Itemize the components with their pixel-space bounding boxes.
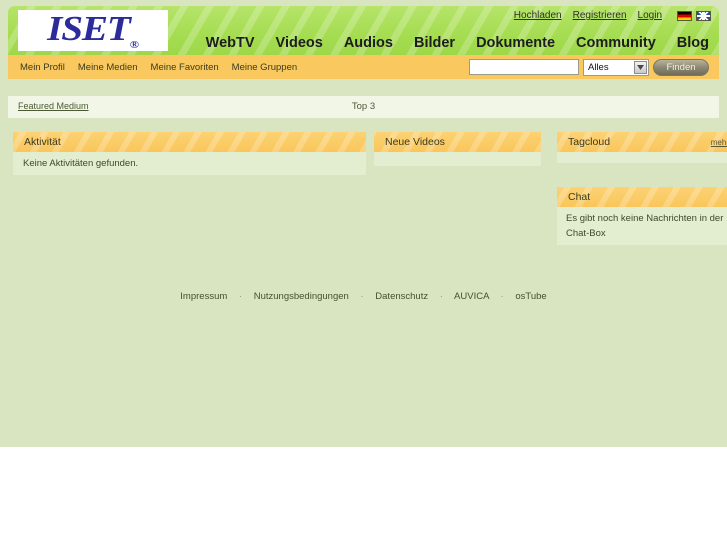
- subnav-item-meine-gruppen[interactable]: Meine Gruppen: [232, 62, 297, 73]
- nav-item-community[interactable]: Community: [576, 35, 656, 51]
- panel-aktivitaet-title: Aktivität: [24, 136, 61, 148]
- panel-chat-header: Chat: [557, 187, 727, 207]
- panel-chat: Chat Es gibt noch keine Nachrichten in d…: [557, 187, 727, 245]
- panel-tagcloud-body: [557, 152, 727, 163]
- footer-separator: ·: [360, 291, 364, 302]
- footer-link-nutzungsbedingungen[interactable]: Nutzungsbedingungen: [254, 291, 349, 302]
- panel-neue-videos-title: Neue Videos: [385, 136, 445, 148]
- site-header: ISET® Hochladen Registrieren Login WebTV…: [8, 6, 719, 55]
- flag-de-icon[interactable]: [677, 10, 692, 21]
- top3-label: Top 3: [351, 101, 376, 112]
- content-container: Featured Medium Top 3 Aktivität Keine Ak…: [8, 86, 727, 322]
- footer-separator: ·: [439, 291, 443, 302]
- panel-neue-videos-body: [374, 152, 541, 166]
- panel-chat-title: Chat: [568, 191, 591, 203]
- search-submit-button[interactable]: Finden: [653, 58, 709, 76]
- search-input[interactable]: [469, 59, 579, 75]
- registered-trademark-icon: ®: [129, 38, 139, 51]
- register-link[interactable]: Registrieren: [573, 10, 627, 21]
- panel-tagcloud-header: Tagcloud mehr: [557, 132, 727, 152]
- sub-navigation-bar: Mein Profil Meine Medien Meine Favoriten…: [8, 55, 719, 79]
- nav-item-videos[interactable]: Videos: [276, 35, 323, 51]
- search-scope-select[interactable]: Alles: [583, 58, 649, 76]
- subnav-item-meine-medien[interactable]: Meine Medien: [78, 62, 138, 73]
- footer-separator: ·: [238, 291, 243, 302]
- panel-aktivitaet-body: Keine Aktivitäten gefunden.: [13, 152, 366, 175]
- main-navigation: WebTV Videos Audios Bilder Dokumente Com…: [206, 35, 709, 51]
- member-links: Mein Profil Meine Medien Meine Favoriten…: [20, 55, 297, 79]
- header-utility-links: Hochladen Registrieren Login: [514, 10, 711, 21]
- upload-link[interactable]: Hochladen: [514, 10, 562, 21]
- featured-bar: Featured Medium Top 3: [8, 96, 719, 118]
- panel-chat-body: Es gibt noch keine Nachrichten in der Ch…: [557, 207, 727, 245]
- footer-link-auvica[interactable]: AUVICA: [454, 291, 489, 302]
- nav-item-webtv[interactable]: WebTV: [206, 35, 255, 51]
- tagcloud-more-link[interactable]: mehr: [711, 138, 727, 147]
- nav-item-blog[interactable]: Blog: [677, 35, 709, 51]
- nav-item-dokumente[interactable]: Dokumente: [476, 35, 555, 51]
- panel-tagcloud-title: Tagcloud: [568, 136, 611, 148]
- footer-link-impressum[interactable]: Impressum: [180, 291, 227, 302]
- chevron-down-icon[interactable]: [634, 60, 647, 74]
- panel-tagcloud: Tagcloud mehr: [557, 132, 727, 163]
- panel-aktivitaet-header: Aktivität: [13, 132, 366, 152]
- subnav-item-mein-profil[interactable]: Mein Profil: [20, 62, 65, 73]
- footer-link-datenschutz[interactable]: Datenschutz: [375, 291, 428, 302]
- site-logo[interactable]: ISET®: [18, 10, 168, 51]
- login-link[interactable]: Login: [638, 10, 662, 21]
- footer-separator: ·: [500, 291, 504, 302]
- language-switcher: [677, 10, 711, 21]
- page-root: ISET® Hochladen Registrieren Login WebTV…: [0, 0, 727, 545]
- panel-neue-videos-header: Neue Videos: [374, 132, 541, 152]
- logo-wordmark: ISET®: [47, 10, 139, 51]
- nav-item-audios[interactable]: Audios: [344, 35, 393, 51]
- flag-uk-icon[interactable]: [696, 10, 711, 21]
- footer-link-ostube[interactable]: osTube: [515, 291, 546, 302]
- footer-links: Impressum · Nutzungsbedingungen · Datens…: [8, 291, 719, 302]
- search-scope-value: Alles: [588, 61, 609, 73]
- nav-item-bilder[interactable]: Bilder: [414, 35, 455, 51]
- panel-neue-videos: Neue Videos: [374, 132, 541, 166]
- subnav-item-meine-favoriten[interactable]: Meine Favoriten: [151, 62, 219, 73]
- search-area: Alles Finden: [469, 55, 709, 79]
- panel-aktivitaet: Aktivität Keine Aktivitäten gefunden.: [13, 132, 366, 175]
